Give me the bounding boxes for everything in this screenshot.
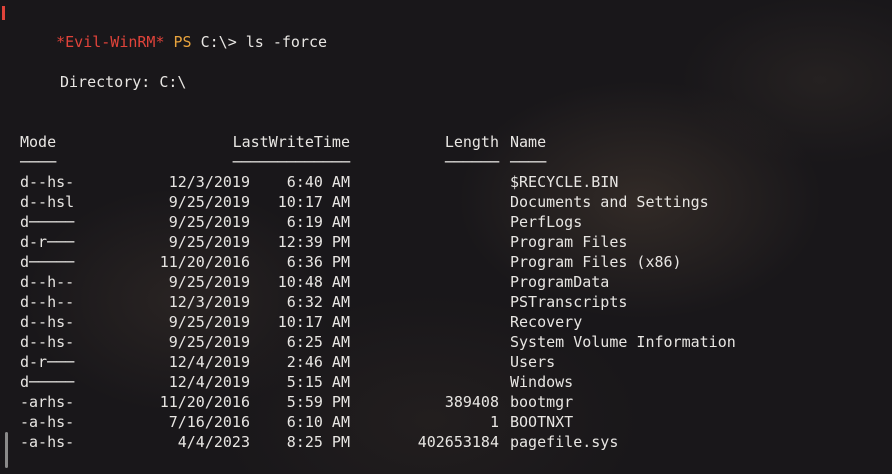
table-row: d-r─── 9/25/2019 12:39 PM Program Files [0,232,892,252]
header-name: Name [510,133,547,151]
prompt-path: C:\> [200,33,237,51]
row-length: 1 [489,413,499,431]
row-time: 2:46 AM [286,353,350,371]
row-time: 6:40 AM [286,173,350,191]
row-time: 6:19 AM [286,213,350,231]
prompt-session-name: *Evil-WinRM* [56,33,165,51]
row-name: Program Files [510,233,628,251]
row-name: bootmgr [510,393,574,411]
prompt-line: *Evil-WinRM* PS C:\> ls -force [20,12,327,51]
header-length: Length [444,133,499,151]
table-row: -arhs- 11/20/2016 5:59 PM 389408 bootmgr [0,392,892,412]
prompt-ps-label: PS [173,33,192,51]
table-row: d───── 11/20/2016 6:36 PM Program Files (x8… [0,252,892,272]
row-name: System Volume Information [510,333,736,351]
table-row: d───── 12/4/2019 5:15 AM Windows [0,372,892,392]
row-name: ProgramData [510,273,610,291]
row-time: 10:17 AM [277,313,350,331]
row-name: $RECYCLE.BIN [510,173,619,191]
row-name: Documents and Settings [510,193,709,211]
row-name: pagefile.sys [510,433,619,451]
table-row: d--hs- 9/25/2019 6:25 AM System Volume Info… [0,332,892,352]
row-name: Windows [510,373,574,391]
table-row: d-r─── 12/4/2019 2:46 AM Users [0,352,892,372]
table-row: d--h-- 9/25/2019 10:48 AM ProgramData [0,272,892,292]
row-name: PerfLogs [510,213,583,231]
row-time: 12:39 PM [277,233,350,251]
directory-line: Directory: C:\ [60,73,187,91]
underline-length: ────── [444,153,499,171]
row-time: 6:25 AM [286,333,350,351]
row-time: 10:17 AM [277,193,350,211]
row-name: BOOTNXT [510,413,574,431]
table-row: d--h-- 12/3/2019 6:32 AM PSTranscripts [0,292,892,312]
table-row: d--hsl 9/25/2019 10:17 AM Documents and Set… [0,192,892,212]
scrollbar-thumb[interactable] [5,432,8,468]
table-header: Mode LastWriteTime Length Name [0,132,892,152]
row-length: 402653184 [417,433,499,451]
table-row: d───── 9/25/2019 6:19 AM PerfLogs [0,212,892,232]
row-time: 5:15 AM [286,373,350,391]
row-length: 389408 [444,393,499,411]
prompt-marker [2,6,5,20]
table-row: -a-hs- 4/4/2023 8:25 PM 402653184 pagefile.s… [0,432,892,452]
table-row: -a-hs- 7/16/2016 6:10 AM 1 BOOTNXT [0,412,892,432]
terminal-window[interactable]: *Evil-WinRM* PS C:\> ls -force Directory… [0,0,892,474]
underline-name: ──── [510,153,547,171]
row-time: 6:32 AM [286,293,350,311]
table-row: d--hs- 9/25/2019 10:17 AM Recovery [0,312,892,332]
row-time: 10:48 AM [277,273,350,291]
row-name: PSTranscripts [510,293,628,311]
row-time: 6:36 PM [286,253,350,271]
row-name: Program Files (x86) [510,253,682,271]
command-text: ls -force [245,33,328,51]
row-name: Recovery [510,313,583,331]
table-row: d--hs- 12/3/2019 6:40 AM $RECYCLE.BIN [0,172,892,192]
row-name: Users [510,353,556,371]
table-header-underline: ──── ───────────── ────── ──── [0,152,892,172]
